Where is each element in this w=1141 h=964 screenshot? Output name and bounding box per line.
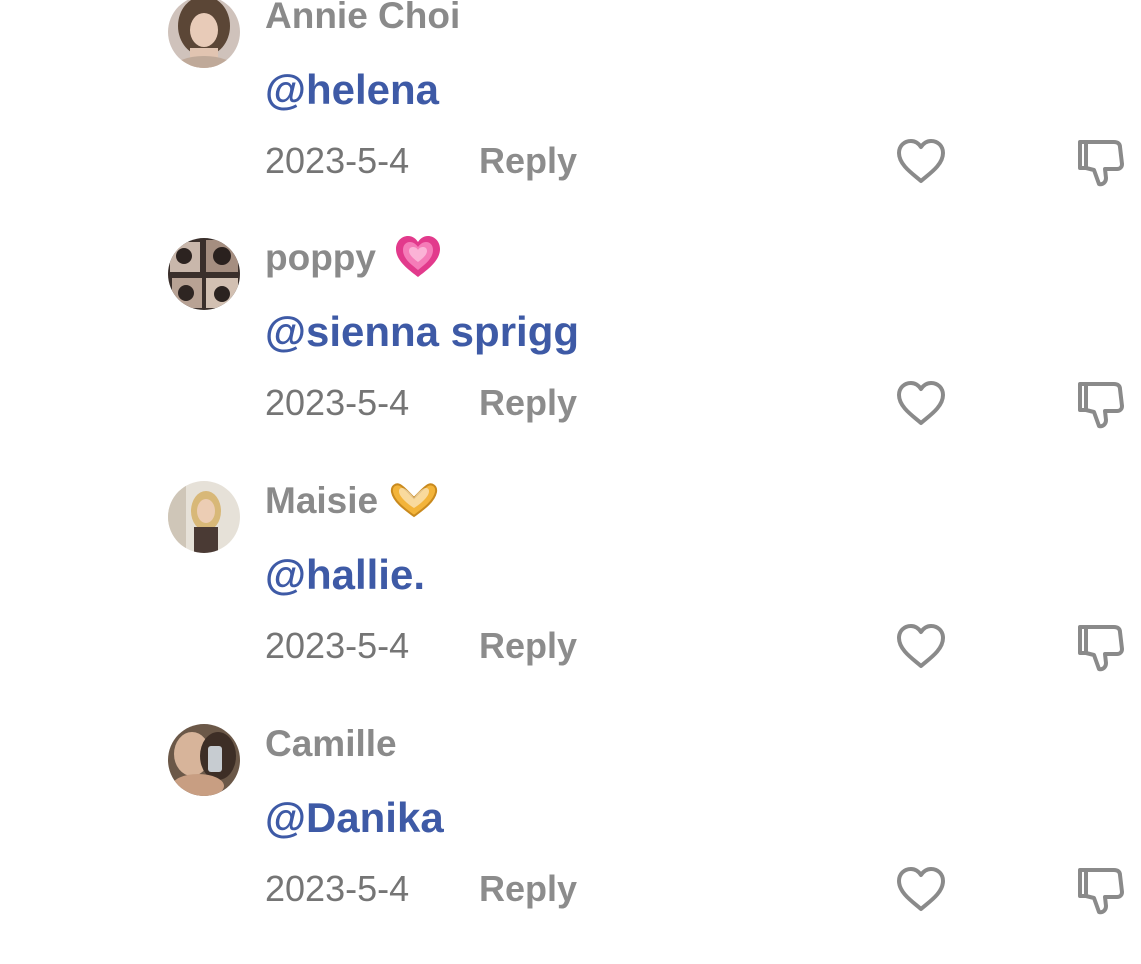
comment-username[interactable]: Annie Choi	[265, 0, 460, 38]
username-text[interactable]: Camille	[265, 723, 397, 764]
user-avatar[interactable]	[168, 724, 240, 796]
thumbs-down-outline-icon[interactable]	[1072, 376, 1128, 432]
heart-outline-icon[interactable]	[893, 134, 949, 190]
comment-item: Camille @Danika 2023-5-4 Reply	[0, 722, 1141, 924]
username-text[interactable]: Maisie	[265, 480, 378, 521]
username-text[interactable]: poppy	[265, 237, 376, 278]
comment-mention[interactable]: @helena	[265, 66, 439, 114]
username-text[interactable]: Annie Choi	[265, 0, 460, 36]
comment-item: Annie Choi @helena 2023-5-4 Reply	[0, 0, 1141, 196]
thumbs-down-outline-icon[interactable]	[1072, 619, 1128, 675]
comment-mention[interactable]: @hallie.	[265, 551, 425, 599]
user-avatar[interactable]	[168, 238, 240, 310]
comment-date: 2023-5-4	[265, 868, 410, 909]
heart-outline-icon[interactable]	[893, 862, 949, 918]
thumbs-down-outline-icon[interactable]	[1072, 134, 1128, 190]
reply-button[interactable]: Reply	[479, 625, 577, 667]
pink-heart-emoji	[396, 236, 441, 278]
comment-date: 2023-5-4	[265, 140, 410, 181]
reply-button[interactable]: Reply	[479, 382, 577, 424]
reply-button[interactable]: Reply	[479, 140, 577, 182]
user-avatar[interactable]	[168, 481, 240, 553]
comment-username[interactable]: poppy	[265, 236, 442, 280]
comment-date: 2023-5-4	[265, 625, 410, 666]
heart-outline-icon[interactable]	[893, 619, 949, 675]
heart-outline-icon[interactable]	[893, 376, 949, 432]
heart-hands-emoji	[391, 483, 438, 518]
comment-date: 2023-5-4	[265, 382, 410, 423]
comment-mention[interactable]: @Danika	[265, 794, 444, 842]
user-avatar[interactable]	[168, 0, 240, 68]
comment-username[interactable]: Maisie	[265, 479, 440, 523]
reply-button[interactable]: Reply	[479, 868, 577, 910]
comment-username[interactable]: Camille	[265, 722, 397, 766]
comment-mention[interactable]: @sienna sprigg	[265, 308, 579, 356]
thumbs-down-outline-icon[interactable]	[1072, 862, 1128, 918]
comment-item: Maisie @hallie. 2023-5-4 Reply	[0, 479, 1141, 681]
comment-item: poppy @sienna sprigg 2023-5-4 Reply	[0, 236, 1141, 438]
